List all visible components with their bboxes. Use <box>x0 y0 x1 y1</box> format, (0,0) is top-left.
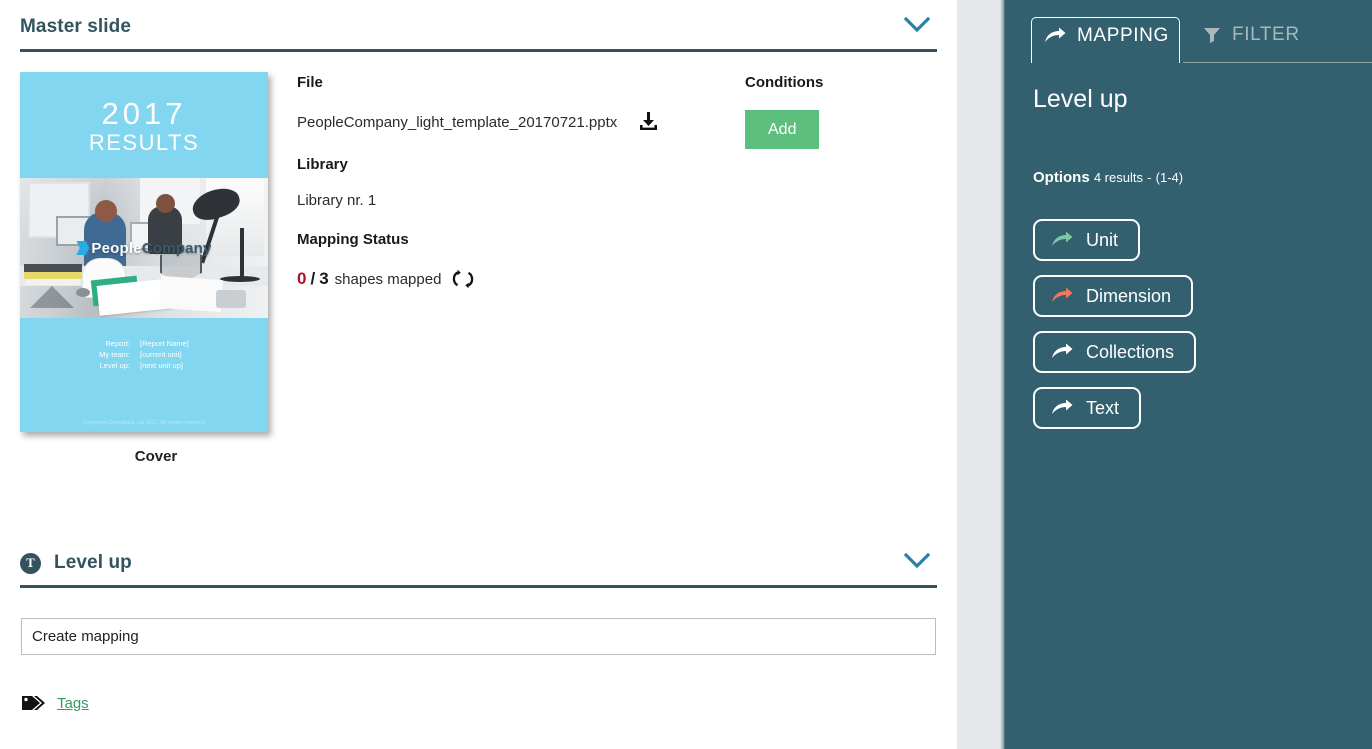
option-button-label: Text <box>1086 397 1120 418</box>
shapes-total-count: 3 <box>319 269 329 288</box>
slide-field-value: [Report Name] <box>140 339 189 348</box>
create-mapping-wrap <box>0 588 957 655</box>
text-circle-icon: T <box>20 552 41 574</box>
slide-field-value: [current unit] <box>140 350 182 359</box>
arrow-icon <box>1051 343 1073 361</box>
options-label: Options <box>1033 169 1090 186</box>
download-icon[interactable] <box>636 110 660 134</box>
chevron-down-icon[interactable] <box>903 14 931 36</box>
main-content-panel: Master slide 2017 RESULTS PeopleCompany … <box>0 0 957 749</box>
level-up-title: Level up <box>54 552 132 573</box>
panel-title: Level up <box>1033 85 1128 113</box>
option-button-text[interactable]: Text <box>1033 387 1142 429</box>
app-root: Master slide 2017 RESULTS PeopleCompany … <box>0 0 1372 749</box>
arrow-mapping-icon <box>1044 27 1066 45</box>
people-company-logo-icon <box>76 241 90 255</box>
tab-filter[interactable]: FILTER <box>1191 17 1310 63</box>
chevron-down-icon[interactable] <box>903 550 931 572</box>
option-button-list: Unit Dimension Collections Text <box>1005 186 1372 443</box>
option-button-dimension[interactable]: Dimension <box>1033 275 1194 317</box>
library-label: Library <box>297 156 348 173</box>
add-condition-button[interactable]: Add <box>745 110 820 150</box>
slide-field-label: My team: <box>99 350 130 359</box>
slide-subtitle: RESULTS <box>88 130 200 155</box>
mapping-status-label: Mapping Status <box>297 231 409 248</box>
slide-thumbnail-wrapper: 2017 RESULTS PeopleCompany Report: [Repo… <box>20 72 276 465</box>
create-mapping-input[interactable] <box>21 618 936 655</box>
shapes-mapped-count: 0 <box>297 269 307 288</box>
option-button-unit[interactable]: Unit <box>1033 219 1141 261</box>
slide-field-list: Report: [Report Name] My team: [current … <box>20 338 268 371</box>
option-row: Collections <box>1033 331 1372 387</box>
options-range: (1-4) <box>1155 170 1184 185</box>
options-results: 4 results <box>1093 170 1143 185</box>
option-button-collections[interactable]: Collections <box>1033 331 1197 373</box>
option-button-label: Unit <box>1086 229 1119 250</box>
option-button-label: Collections <box>1086 341 1175 362</box>
option-button-label: Dimension <box>1086 285 1172 306</box>
level-up-section-header[interactable]: T Level up <box>20 536 937 588</box>
conditions-column: Conditions Add <box>745 74 957 465</box>
slide-field-row: Level up: [next unit up] <box>20 360 268 371</box>
arrow-icon <box>1051 399 1073 417</box>
file-column: File PeopleCompany_light_template_201707… <box>297 74 745 465</box>
panel-gutter <box>957 0 1005 749</box>
slide-copyright: Copyright Questback Ltd 2017, All rights… <box>83 420 205 426</box>
arrow-icon <box>1051 287 1073 305</box>
conditions-label: Conditions <box>745 74 824 91</box>
options-summary: Options 4 results - (1-4) <box>1005 114 1372 186</box>
file-name: PeopleCompany_light_template_20170721.pp… <box>297 113 618 131</box>
page-title: Master slide <box>20 16 132 37</box>
tab-filter-label: FILTER <box>1232 23 1300 45</box>
slide-field-label: Report: <box>105 339 130 348</box>
file-value-row: PeopleCompany_light_template_20170721.pp… <box>297 110 745 134</box>
logo-text-dark: Company <box>141 240 212 257</box>
tag-icon <box>21 692 47 714</box>
slide-title-block: 2017 RESULTS <box>20 98 268 157</box>
tags-row[interactable]: Tags <box>0 655 957 714</box>
panel-tabs: MAPPING FILTER <box>1005 0 1372 64</box>
option-row: Unit <box>1033 219 1372 275</box>
mapping-status-row: 0 / 3 shapes mapped <box>297 267 745 291</box>
tags-link[interactable]: Tags <box>57 695 89 712</box>
master-slide-section-header[interactable]: Master slide <box>20 0 937 52</box>
filter-funnel-icon <box>1203 26 1221 44</box>
mapping-side-panel: MAPPING FILTER Level up Options 4 result… <box>1005 0 1372 749</box>
slide-field-value: [next unit up] <box>140 361 183 370</box>
arrow-icon <box>1051 231 1073 249</box>
logo-text-light: People <box>91 240 142 257</box>
slide-caption: Cover <box>134 448 178 465</box>
tab-mapping-label: MAPPING <box>1077 24 1169 46</box>
slide-field-label: Level up: <box>99 361 130 370</box>
option-row: Text <box>1033 387 1372 443</box>
tab-mapping[interactable]: MAPPING <box>1031 17 1180 63</box>
options-dash: - <box>1147 170 1152 185</box>
shapes-mapped-text: shapes mapped <box>334 270 442 288</box>
option-row: Dimension <box>1033 275 1372 331</box>
refresh-icon[interactable] <box>451 267 475 291</box>
slide-details: File PeopleCompany_light_template_201707… <box>276 72 957 465</box>
slide-logo: PeopleCompany <box>20 240 268 257</box>
file-label: File <box>297 74 323 91</box>
slide-field-row: My team: [current unit] <box>20 349 268 360</box>
slide-detail-row: 2017 RESULTS PeopleCompany Report: [Repo… <box>0 52 957 465</box>
slide-year: 2017 <box>101 96 187 131</box>
status-separator: / <box>310 269 316 288</box>
slide-thumbnail[interactable]: 2017 RESULTS PeopleCompany Report: [Repo… <box>20 72 268 432</box>
slide-field-row: Report: [Report Name] <box>20 338 268 349</box>
library-value: Library nr. 1 <box>297 192 377 209</box>
